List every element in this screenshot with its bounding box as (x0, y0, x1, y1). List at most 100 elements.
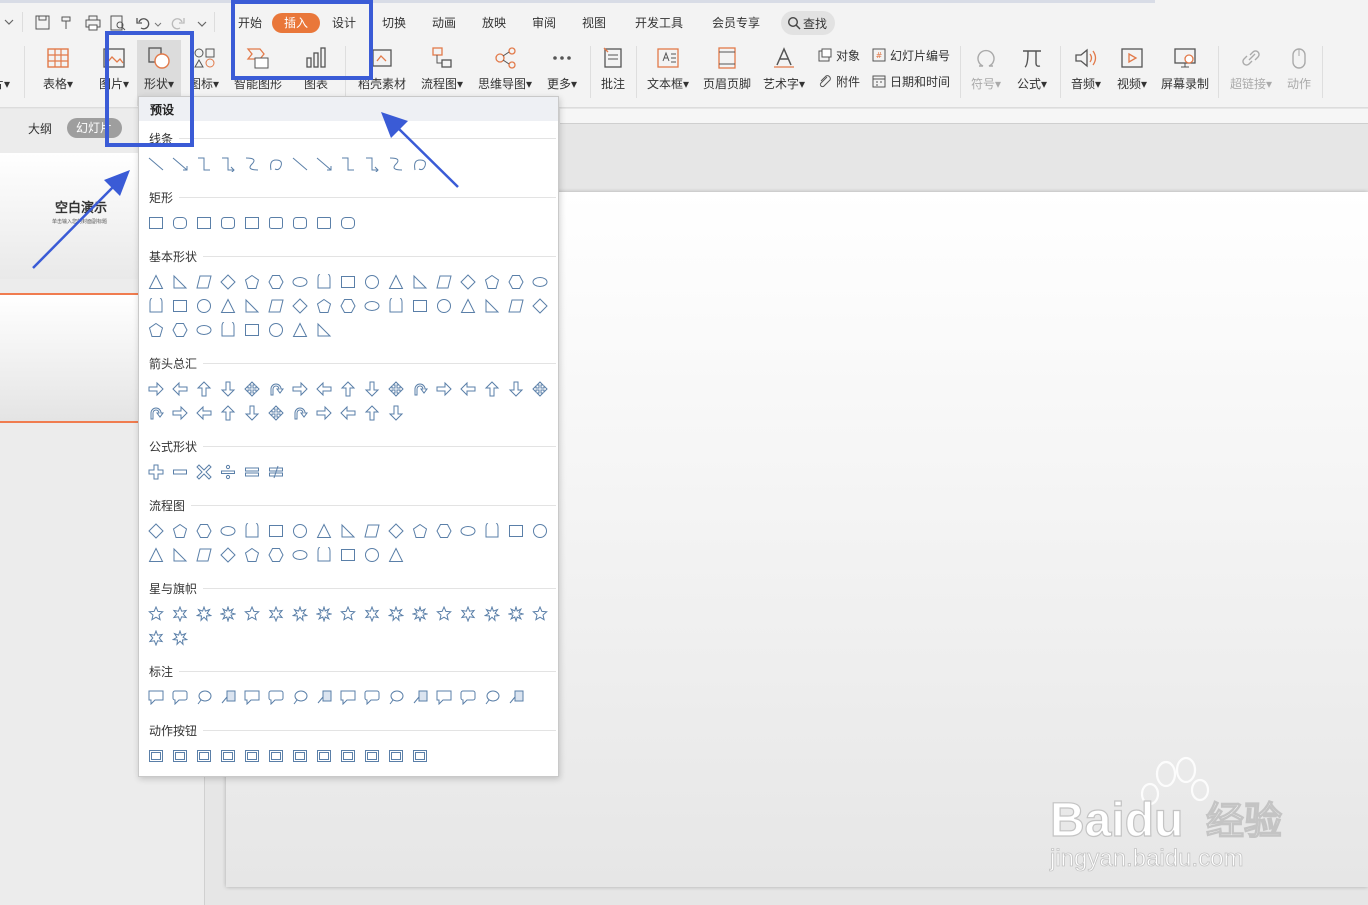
action-buttons-shape-icon[interactable] (169, 745, 191, 767)
callouts-shape-icon[interactable] (457, 686, 479, 708)
basic-shapes-shape-icon[interactable] (457, 295, 479, 317)
action-buttons-shape-icon[interactable] (313, 745, 335, 767)
basic-shapes-shape-icon[interactable] (433, 295, 455, 317)
arrows-shape-icon[interactable] (217, 378, 239, 400)
audio-button[interactable]: 音频▾ (1066, 40, 1106, 106)
arrows-shape-icon[interactable] (313, 378, 335, 400)
basic-shapes-shape-icon[interactable] (289, 271, 311, 293)
flowchart-shape-icon[interactable] (529, 520, 551, 542)
callouts-shape-icon[interactable] (145, 686, 167, 708)
rectangles-shape-icon[interactable] (193, 212, 215, 234)
basic-shapes-shape-icon[interactable] (361, 295, 383, 317)
tab-review[interactable]: 审阅 (532, 14, 556, 32)
tab-animation[interactable]: 动画 (432, 14, 456, 32)
lines-shape-icon[interactable] (169, 153, 191, 175)
textbox-button[interactable]: 文本框▾ (644, 40, 692, 106)
basic-shapes-shape-icon[interactable] (241, 271, 263, 293)
flowchart-shape-icon[interactable] (289, 520, 311, 542)
flowchart-shape-icon[interactable] (385, 544, 407, 566)
header-footer-button[interactable]: 页眉页脚 (700, 40, 754, 106)
basic-shapes-shape-icon[interactable] (457, 271, 479, 293)
callouts-shape-icon[interactable] (289, 686, 311, 708)
basic-shapes-shape-icon[interactable] (217, 295, 239, 317)
callouts-shape-icon[interactable] (337, 686, 359, 708)
arrows-shape-icon[interactable] (169, 402, 191, 424)
basic-shapes-shape-icon[interactable] (385, 295, 407, 317)
stars-banners-shape-icon[interactable] (193, 603, 215, 625)
lines-shape-icon[interactable] (313, 153, 335, 175)
flowchart-shape-icon[interactable] (361, 544, 383, 566)
lines-shape-icon[interactable] (361, 153, 383, 175)
stars-banners-shape-icon[interactable] (217, 603, 239, 625)
basic-shapes-shape-icon[interactable] (505, 295, 527, 317)
arrows-shape-icon[interactable] (217, 402, 239, 424)
flowchart-shape-icon[interactable] (337, 544, 359, 566)
basic-shapes-shape-icon[interactable] (337, 271, 359, 293)
equation-shapes-shape-icon[interactable] (169, 461, 191, 483)
rectangles-shape-icon[interactable] (313, 212, 335, 234)
lines-shape-icon[interactable] (289, 153, 311, 175)
basic-shapes-shape-icon[interactable] (217, 271, 239, 293)
flowchart-shape-icon[interactable] (505, 520, 527, 542)
format-painter-icon[interactable] (58, 14, 76, 32)
rectangles-shape-icon[interactable] (169, 212, 191, 234)
basic-shapes-shape-icon[interactable] (289, 295, 311, 317)
stars-banners-shape-icon[interactable] (289, 603, 311, 625)
search-box[interactable]: 查找 (781, 11, 835, 35)
arrows-shape-icon[interactable] (145, 378, 167, 400)
equation-shapes-shape-icon[interactable] (217, 461, 239, 483)
hyperlink-button[interactable]: 超链接▾ (1226, 40, 1276, 106)
arrows-shape-icon[interactable] (265, 378, 287, 400)
flowchart-shape-icon[interactable] (313, 520, 335, 542)
customize-toolbar-icon[interactable] (197, 20, 207, 28)
basic-shapes-shape-icon[interactable] (505, 271, 527, 293)
basic-shapes-shape-icon[interactable] (169, 319, 191, 341)
basic-shapes-shape-icon[interactable] (385, 271, 407, 293)
lines-shape-icon[interactable] (385, 153, 407, 175)
stars-banners-shape-icon[interactable] (169, 627, 191, 649)
basic-shapes-shape-icon[interactable] (337, 295, 359, 317)
arrows-shape-icon[interactable] (337, 378, 359, 400)
callouts-shape-icon[interactable] (385, 686, 407, 708)
tab-slideshow[interactable]: 放映 (482, 14, 506, 32)
basic-shapes-shape-icon[interactable] (145, 319, 167, 341)
undo-icon[interactable] (135, 14, 153, 32)
formula-button[interactable]: 公式▾ (1010, 40, 1054, 106)
arrows-shape-icon[interactable] (241, 402, 263, 424)
action-button[interactable]: 动作 (1282, 40, 1316, 106)
flowchart-shape-icon[interactable] (361, 520, 383, 542)
basic-shapes-shape-icon[interactable] (241, 295, 263, 317)
save-icon[interactable] (34, 14, 52, 32)
callouts-shape-icon[interactable] (193, 686, 215, 708)
tab-outline[interactable]: 大纲 (28, 120, 52, 137)
basic-shapes-shape-icon[interactable] (409, 271, 431, 293)
action-buttons-shape-icon[interactable] (193, 745, 215, 767)
callouts-shape-icon[interactable] (313, 686, 335, 708)
stars-banners-shape-icon[interactable] (169, 603, 191, 625)
basic-shapes-shape-icon[interactable] (193, 319, 215, 341)
basic-shapes-shape-icon[interactable] (361, 271, 383, 293)
basic-shapes-shape-icon[interactable] (145, 295, 167, 317)
stars-banners-shape-icon[interactable] (145, 603, 167, 625)
arrows-shape-icon[interactable] (289, 402, 311, 424)
lines-shape-icon[interactable] (265, 153, 287, 175)
callouts-shape-icon[interactable] (265, 686, 287, 708)
print-icon[interactable] (84, 14, 102, 32)
screen-record-button[interactable]: 屏幕录制 (1158, 40, 1212, 106)
basic-shapes-shape-icon[interactable] (481, 271, 503, 293)
lines-shape-icon[interactable] (337, 153, 359, 175)
rectangles-shape-icon[interactable] (289, 212, 311, 234)
basic-shapes-shape-icon[interactable] (193, 295, 215, 317)
flowchart-shape-icon[interactable] (337, 520, 359, 542)
stars-banners-shape-icon[interactable] (505, 603, 527, 625)
arrows-shape-icon[interactable] (169, 378, 191, 400)
lines-shape-icon[interactable] (217, 153, 239, 175)
flowchart-shape-icon[interactable] (193, 544, 215, 566)
basic-shapes-shape-icon[interactable] (265, 319, 287, 341)
basic-shapes-shape-icon[interactable] (169, 271, 191, 293)
arrows-shape-icon[interactable] (385, 402, 407, 424)
basic-shapes-shape-icon[interactable] (265, 271, 287, 293)
wordart-button[interactable]: 艺术字▾ (760, 40, 808, 106)
rectangles-shape-icon[interactable] (145, 212, 167, 234)
flowchart-shape-icon[interactable] (481, 520, 503, 542)
